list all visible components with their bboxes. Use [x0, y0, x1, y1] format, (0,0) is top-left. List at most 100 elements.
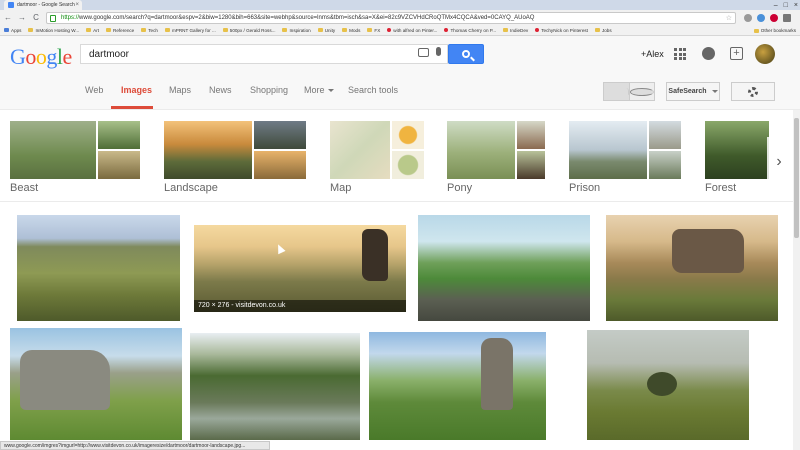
tab-more[interactable]: More — [304, 85, 334, 95]
bookmark-item[interactable]: Mods — [342, 28, 360, 33]
folder-icon — [106, 28, 112, 32]
bookmark-item[interactable]: FX — [367, 28, 380, 33]
browser-chrome: dartmoor - Google Search × – □ × ← → C h… — [0, 0, 800, 36]
maximize-button[interactable]: □ — [784, 2, 788, 9]
image-result[interactable] — [587, 330, 749, 440]
chevron-down-icon — [327, 89, 334, 93]
address-bar[interactable]: https:// www.google.com/search?q=dartmoo… — [46, 11, 736, 24]
close-window-button[interactable]: × — [794, 2, 798, 9]
bookmark-apps[interactable]: Apps — [4, 28, 21, 33]
apps-grid-icon[interactable] — [674, 48, 686, 60]
bookmark-item[interactable]: Inspiration — [282, 28, 311, 33]
image-result[interactable] — [10, 328, 182, 440]
extension-icon[interactable] — [744, 13, 752, 22]
related-prison[interactable]: Prison — [569, 121, 681, 194]
bookmark-item[interactable]: InMotion Hosting W... — [28, 28, 79, 33]
related-beast[interactable]: Beast — [10, 121, 140, 194]
bookmark-item[interactable]: Tech — [141, 28, 158, 33]
search-input[interactable]: dartmoor — [80, 44, 448, 64]
chevron-right-icon: › — [776, 153, 782, 170]
related-landscape[interactable]: Landscape — [164, 121, 306, 194]
browser-tab[interactable]: dartmoor - Google Search × — [4, 0, 82, 10]
related-map[interactable]: Map — [330, 121, 424, 194]
safesearch-dropdown[interactable]: SafeSearch — [666, 82, 720, 101]
thumb-image — [517, 121, 545, 149]
related-pony[interactable]: Pony — [447, 121, 545, 194]
scrollbar-thumb[interactable] — [794, 118, 799, 238]
bookmark-item[interactable]: IndieDev — [503, 28, 528, 33]
tab-strip: dartmoor - Google Search × – □ × — [0, 0, 800, 10]
back-button[interactable]: ← — [4, 13, 12, 22]
search-button[interactable] — [448, 44, 484, 64]
folder-icon — [141, 28, 147, 32]
user-name-link[interactable]: +Alex — [641, 49, 664, 59]
image-result[interactable] — [369, 332, 546, 440]
related-label: Prison — [569, 182, 601, 194]
settings-button[interactable] — [731, 82, 775, 101]
tab-shopping[interactable]: Shopping — [250, 85, 288, 95]
reload-button[interactable]: C — [32, 13, 40, 22]
thumb-image — [517, 151, 545, 179]
browser-toolbar: ← → C https:// www.google.com/search?q=d… — [0, 10, 800, 25]
image-result[interactable]: 720 × 276 - visitdevon.co.uk — [194, 225, 406, 312]
avatar[interactable] — [755, 44, 775, 64]
thumb-image — [569, 121, 647, 179]
extension-icon[interactable] — [757, 13, 765, 22]
thumb-image — [330, 121, 390, 179]
minimize-button[interactable]: – — [774, 2, 778, 9]
related-label: Landscape — [164, 182, 218, 194]
bookmark-item[interactable]: mPRNT Gallery for ... — [164, 28, 216, 33]
tab-search-tools[interactable]: Search tools — [348, 85, 398, 95]
bookmark-item[interactable]: Reference — [106, 28, 134, 33]
tab-images[interactable]: Images — [121, 85, 152, 95]
other-bookmarks[interactable]: Other bookmarks — [753, 28, 796, 33]
tab-close-icon[interactable]: × — [75, 2, 79, 8]
apps-icon — [4, 28, 9, 32]
folder-icon — [753, 28, 759, 33]
thumb-image — [164, 121, 252, 179]
thumb-image — [10, 121, 96, 179]
camera-icon[interactable] — [418, 48, 429, 57]
bookmark-item[interactable]: Jobs — [594, 28, 612, 33]
bookmark-item[interactable]: Art — [86, 28, 99, 33]
thumb-image — [649, 121, 681, 149]
tab-news[interactable]: News — [209, 85, 232, 95]
image-result[interactable] — [418, 215, 590, 321]
google-header: Google dartmoor +Alex + — [0, 36, 800, 74]
related-label: Beast — [10, 182, 39, 194]
bookmark-item[interactable]: TechyNick on Pinterest — [535, 28, 588, 33]
thumb-image — [98, 151, 140, 179]
url-text: www.google.com/search?q=dartmoor&espv=2&… — [79, 14, 535, 21]
private-results-button[interactable] — [604, 83, 630, 100]
related-forest[interactable]: Forest — [705, 121, 769, 194]
tab-maps[interactable]: Maps — [169, 85, 191, 95]
bookmark-item[interactable]: with alfred on Pinter... — [387, 28, 437, 33]
search-icon — [462, 50, 470, 58]
extension-icons — [744, 13, 791, 22]
menu-icon[interactable] — [783, 13, 791, 22]
bookmark-item[interactable]: 500px / Gerald Ross... — [222, 28, 275, 33]
image-result[interactable] — [190, 333, 360, 440]
forward-button[interactable]: → — [18, 13, 26, 22]
bookmark-star-icon[interactable]: ☆ — [726, 14, 732, 22]
public-results-button[interactable] — [629, 83, 654, 100]
share-icon[interactable]: + — [730, 47, 743, 60]
tree-shape — [647, 372, 677, 396]
related-next-button[interactable]: › — [767, 137, 791, 187]
image-result[interactable] — [606, 215, 778, 321]
folder-icon — [164, 28, 170, 32]
extension-icon[interactable] — [770, 13, 778, 22]
tab-web[interactable]: Web — [85, 85, 103, 95]
notifications-icon[interactable] — [702, 47, 715, 60]
bookmark-item[interactable]: Unity — [317, 28, 335, 33]
bookmark-item[interactable]: Thomas Cherry on P... — [444, 28, 496, 33]
related-label: Forest — [705, 182, 737, 194]
microphone-icon[interactable] — [436, 47, 441, 56]
thumb-image — [254, 121, 306, 149]
search-tabs: Web Images Maps News Shopping More Searc… — [0, 74, 800, 110]
google-logo[interactable]: Google — [10, 44, 72, 70]
image-result[interactable] — [17, 215, 180, 321]
screen: dartmoor - Google Search × – □ × ← → C h… — [0, 0, 800, 450]
globe-icon — [629, 87, 654, 96]
thumb-image — [254, 151, 306, 179]
